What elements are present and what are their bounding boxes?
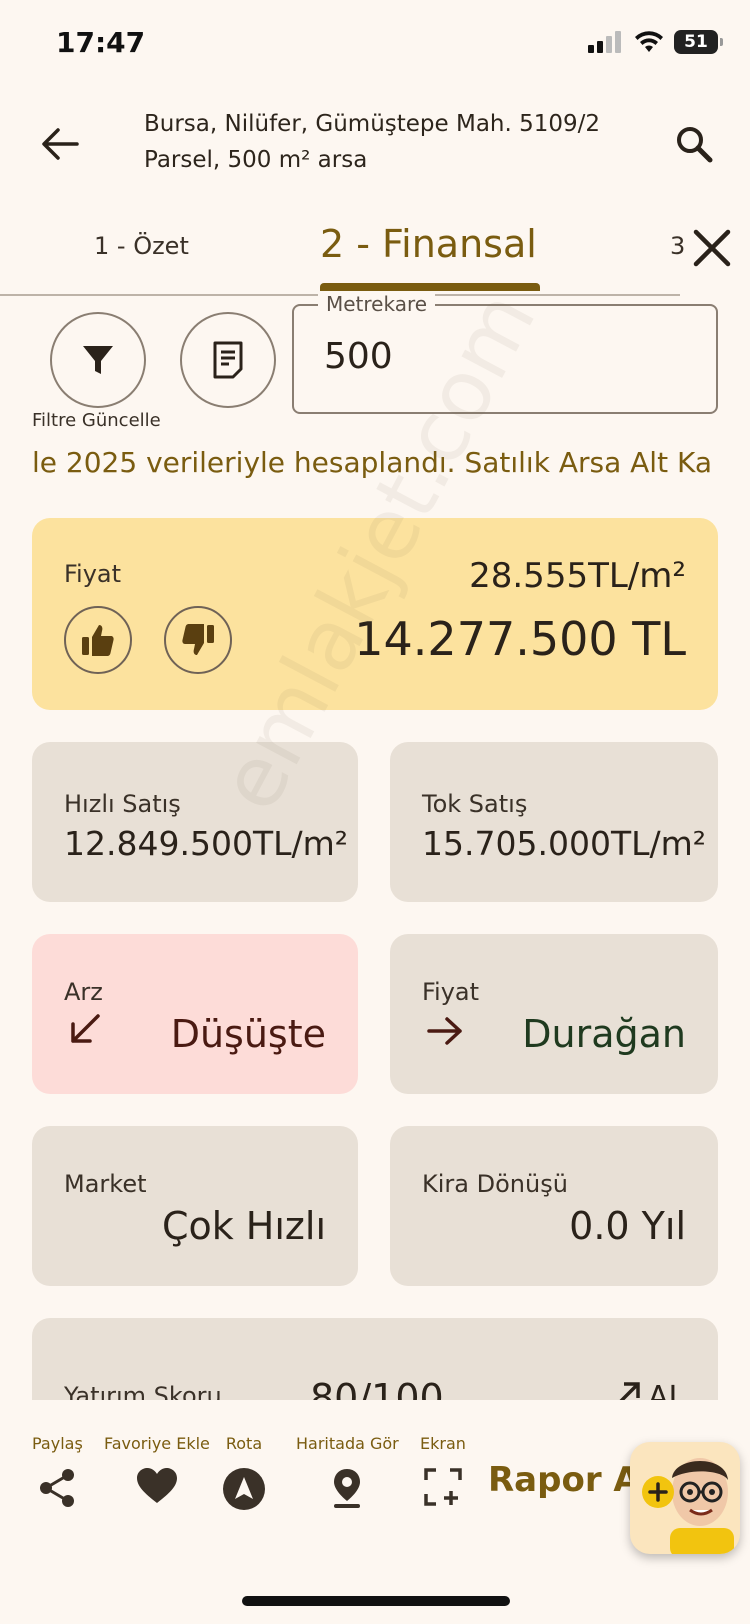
thumbs-up-icon	[82, 625, 114, 656]
like-button[interactable]	[64, 606, 132, 674]
fullscreen-button[interactable]: Ekran	[420, 1434, 466, 1507]
filter-button[interactable]	[50, 312, 146, 408]
search-button[interactable]	[668, 118, 720, 170]
price-label: Fiyat	[64, 560, 122, 588]
map-pin-icon	[334, 1469, 361, 1508]
favorite-label: Favoriye Ekle	[104, 1434, 210, 1453]
metrekare-input[interactable]: 500	[324, 336, 393, 377]
close-icon	[693, 229, 731, 267]
close-button[interactable]	[686, 222, 738, 274]
kira-value: 0.0 Yıl	[569, 1204, 686, 1248]
arz-label: Arz	[64, 978, 103, 1006]
tab-ozet[interactable]: 1 - Özet	[94, 232, 189, 260]
thumbs-down-icon	[182, 624, 214, 655]
market-label: Market	[64, 1170, 147, 1198]
arz-value: Düşüşte	[170, 1012, 326, 1056]
market-value: Çok Hızlı	[161, 1204, 326, 1248]
arrow-right-icon	[427, 1017, 462, 1045]
heart-icon	[136, 1468, 177, 1503]
wifi-icon	[635, 31, 663, 52]
share-icon	[40, 1469, 75, 1507]
tok-satis-label: Tok Satış	[422, 790, 528, 818]
page-title: Bursa, Nilüfer, Gümüştepe Mah. 5109/2 Pa…	[144, 111, 601, 173]
share-button[interactable]: Paylaş	[32, 1434, 83, 1509]
assistant-fab[interactable]	[630, 1442, 740, 1554]
search-icon	[677, 127, 713, 163]
map-button[interactable]: Haritada Gör	[296, 1434, 399, 1509]
arrow-left-icon	[42, 128, 79, 160]
status-time: 17:47	[56, 26, 146, 59]
filter-label: Filtre Güncelle	[32, 410, 161, 431]
share-label: Paylaş	[32, 1434, 83, 1453]
navigation-icon	[223, 1468, 265, 1510]
hizli-satis-value: 12.849.500TL/m²	[64, 824, 348, 863]
tok-satis-card	[390, 742, 718, 902]
rapor-al-button[interactable]: Rapor Al	[488, 1460, 651, 1500]
fullscreen-icon	[424, 1468, 462, 1506]
status-icons: 51	[588, 30, 723, 54]
battery-icon: 51	[674, 30, 723, 54]
back-button[interactable]	[34, 118, 86, 170]
tok-satis-value: 15.705.000TL/m²	[422, 824, 706, 863]
fiyat-trend-label: Fiyat	[422, 978, 480, 1006]
map-label: Haritada Gör	[296, 1434, 399, 1453]
kira-label: Kira Dönüşü	[422, 1170, 568, 1198]
tab-3[interactable]: 3	[670, 232, 684, 260]
dislike-button[interactable]	[164, 606, 232, 674]
active-tab-indicator	[320, 283, 540, 291]
route-button[interactable]: Rota	[222, 1434, 266, 1511]
fiyat-trend-value: Durağan	[522, 1012, 686, 1056]
document-icon	[213, 341, 243, 379]
tab-finansal[interactable]: 2 - Finansal	[320, 222, 537, 266]
favorite-button[interactable]: Favoriye Ekle	[104, 1434, 210, 1505]
hizli-satis-label: Hızlı Satış	[64, 790, 181, 818]
signal-icon	[588, 31, 621, 53]
fullscreen-label: Ekran	[420, 1434, 466, 1453]
price-total: 14.277.500 TL	[354, 612, 686, 666]
route-label: Rota	[225, 1434, 263, 1453]
price-per-m2: 28.555TL/m²	[469, 556, 686, 596]
filter-icon	[83, 346, 113, 374]
assistant-avatar-icon	[642, 1458, 734, 1554]
metrekare-label: Metrekare	[318, 292, 436, 316]
report-button[interactable]	[180, 312, 276, 408]
home-indicator	[242, 1596, 510, 1606]
arrow-down-left-icon	[71, 1014, 100, 1043]
